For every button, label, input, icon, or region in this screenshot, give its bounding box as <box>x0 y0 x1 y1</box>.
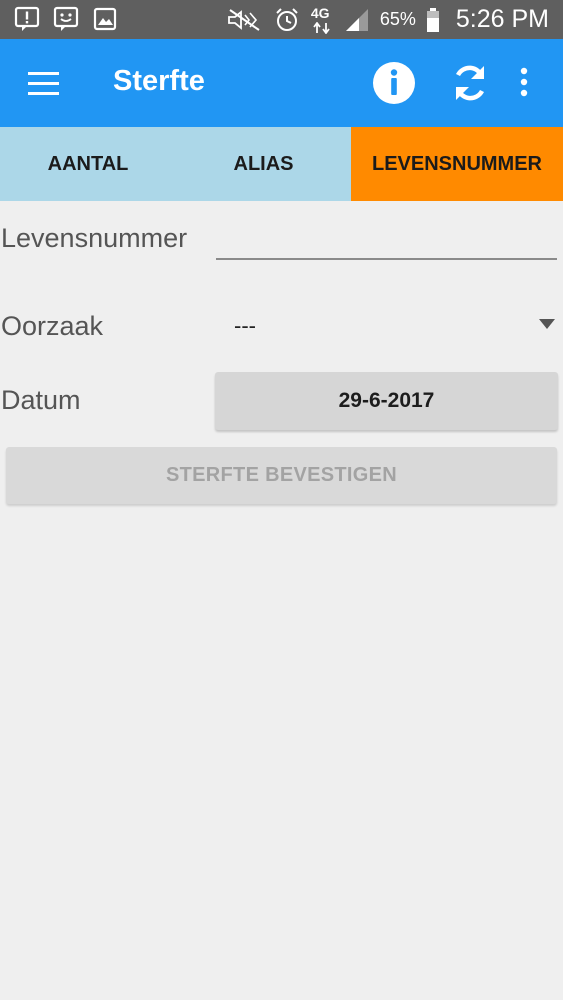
signal-icon <box>345 8 368 31</box>
more-options-icon[interactable] <box>514 65 534 101</box>
alert-icon <box>14 6 40 31</box>
network-label: 4G <box>310 4 330 21</box>
alarm-icon <box>276 7 298 31</box>
battery-icon <box>426 7 439 32</box>
sync-icon[interactable] <box>449 61 491 105</box>
datum-picker-button[interactable]: 29-6-2017 <box>215 372 558 430</box>
message-icon <box>53 6 79 31</box>
levensnummer-label: Levensnummer <box>1 223 188 253</box>
info-icon[interactable] <box>372 61 416 105</box>
datum-label: Datum <box>1 385 81 415</box>
tab-aantal[interactable]: AANTAL <box>0 127 176 201</box>
sterfte-bevestigen-button[interactable]: STERFTE BEVESTIGEN <box>6 447 557 504</box>
oorzaak-label: Oorzaak <box>1 311 104 341</box>
status-bar-notifications <box>14 6 118 32</box>
oorzaak-selected-value: --- <box>234 313 256 338</box>
tab-alias[interactable]: ALIAS <box>176 127 351 201</box>
battery-percentage: 65% <box>379 9 416 29</box>
data-arrows-icon <box>313 21 330 34</box>
status-bar-system: 4G 65% 5:26 PM <box>226 0 549 39</box>
app-title: Sterfte <box>113 65 205 97</box>
oorzaak-dropdown[interactable]: --- <box>216 305 559 347</box>
mute-icon <box>227 8 260 31</box>
tab-levensnummer[interactable]: LEVENSNUMMER <box>351 127 563 201</box>
levensnummer-input[interactable] <box>216 220 557 260</box>
clock: 5:26 PM <box>455 5 549 33</box>
status-bar: 4G 65% 5:26 PM <box>0 0 563 39</box>
network-4g-icon: 4G <box>310 5 334 35</box>
dropdown-arrow-icon <box>539 319 555 329</box>
image-icon <box>93 7 117 31</box>
tab-bar: AANTAL ALIAS LEVENSNUMMER <box>0 127 563 201</box>
menu-icon[interactable] <box>22 65 66 101</box>
app-bar: Sterfte <box>0 39 563 127</box>
